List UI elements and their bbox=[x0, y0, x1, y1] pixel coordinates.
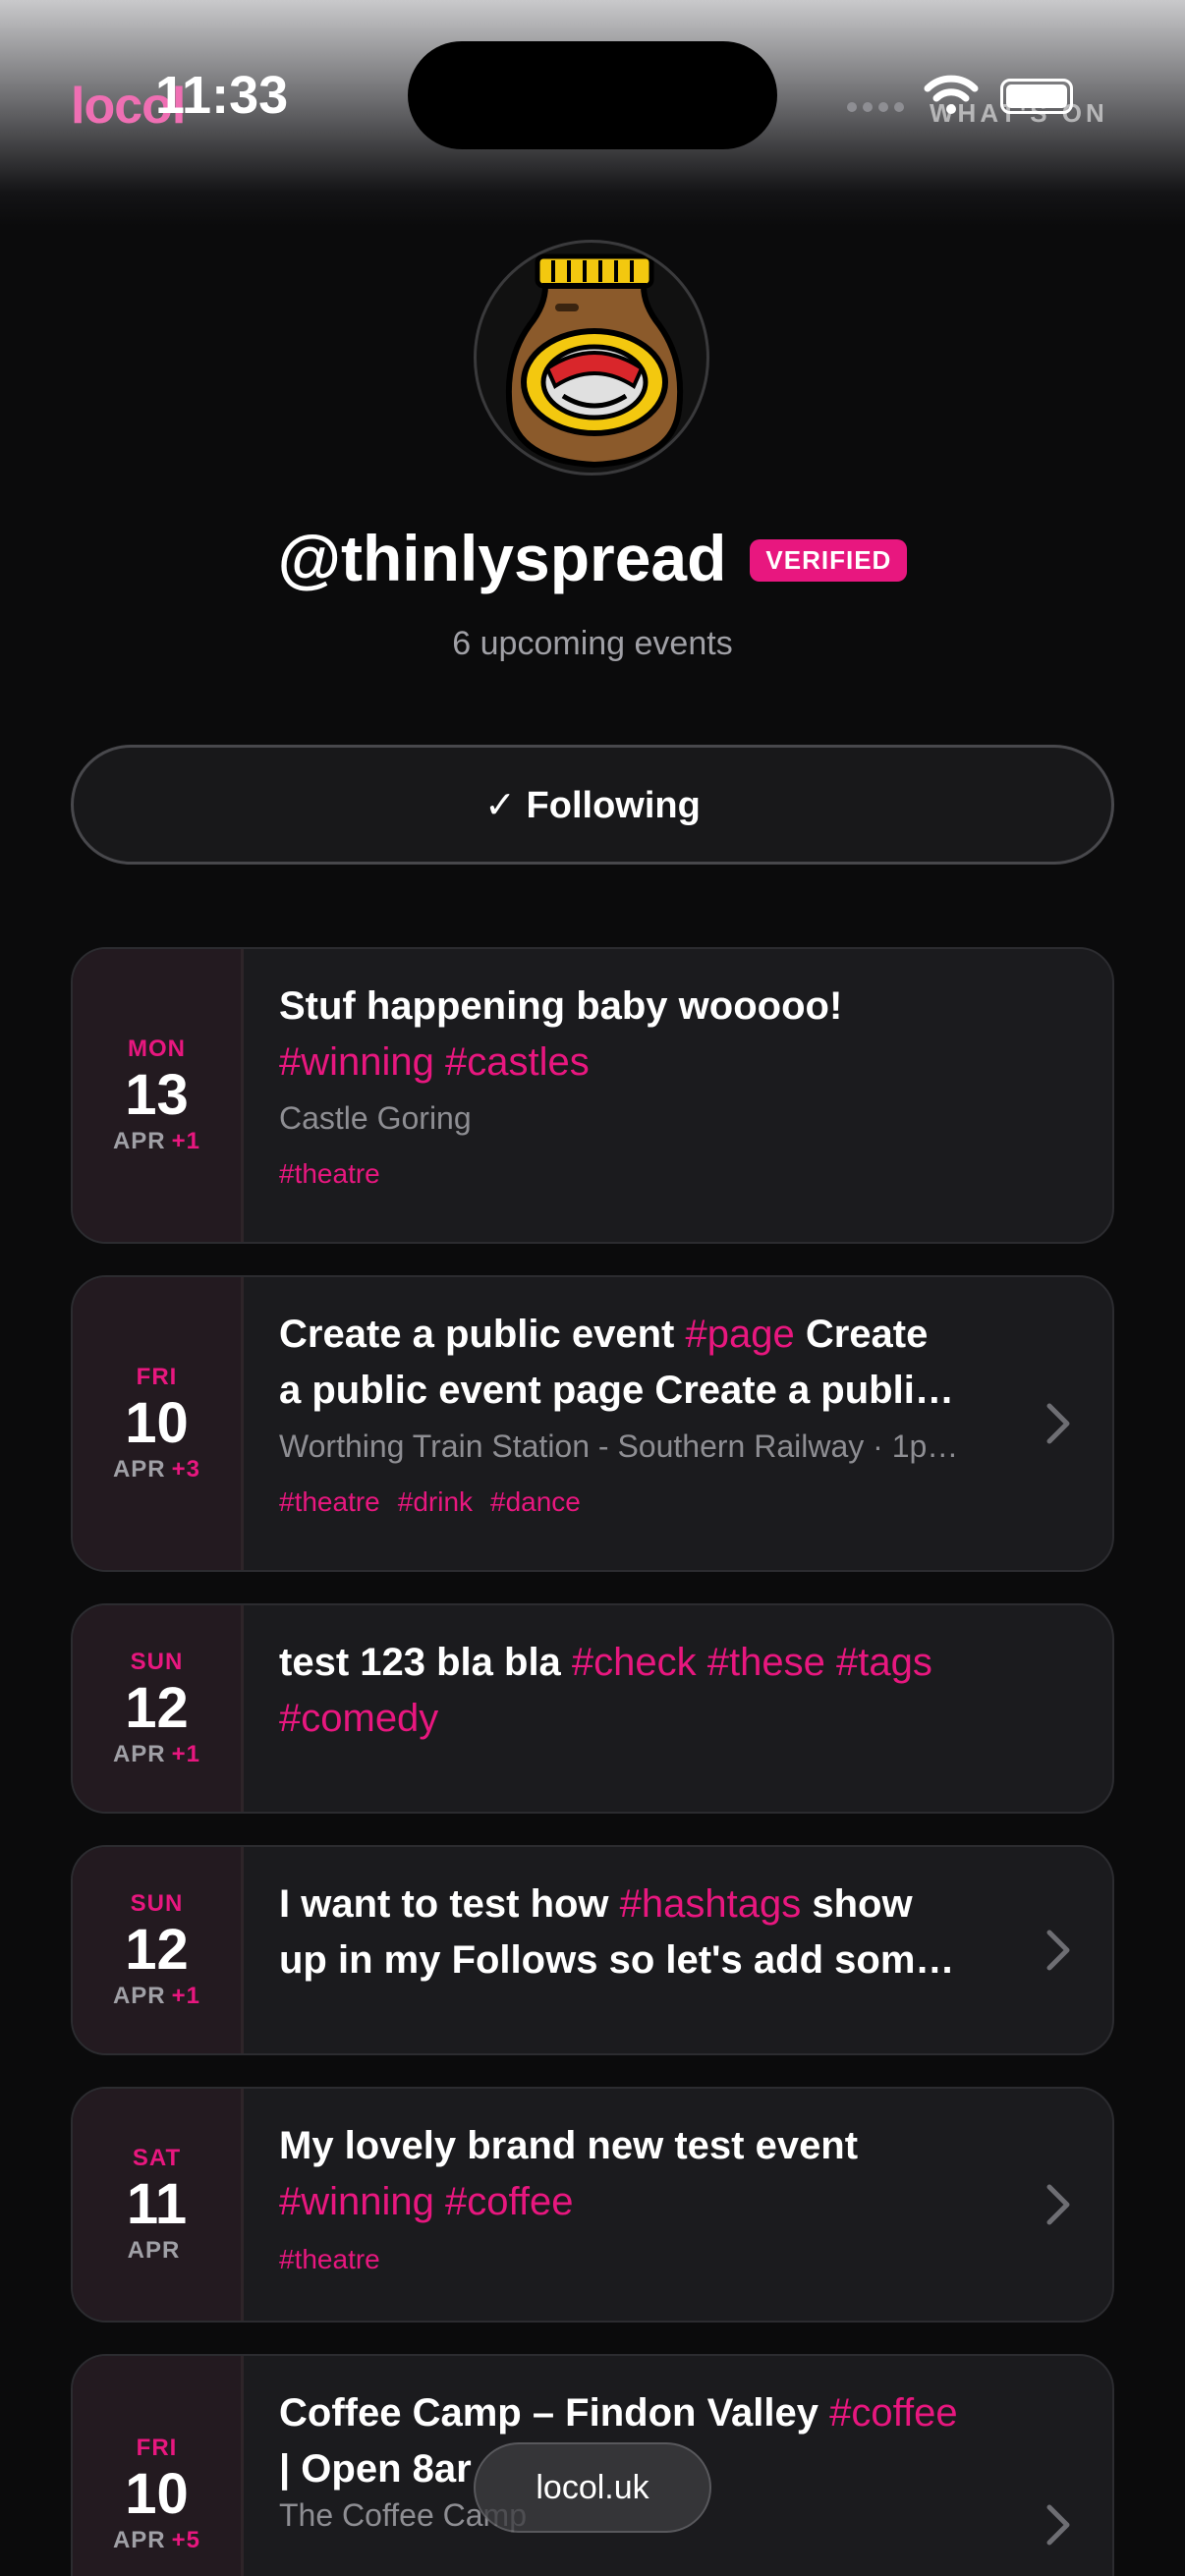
event-tags: #theatre bbox=[279, 2244, 1077, 2275]
event-weekday: MON bbox=[128, 1036, 186, 1062]
event-day: 10 bbox=[125, 2462, 189, 2526]
event-venue: Worthing Train Station - Southern Railwa… bbox=[279, 1428, 959, 1464]
event-title: I want to test how #hashtags show up in … bbox=[279, 1882, 955, 1982]
event-weekday: SUN bbox=[130, 1890, 184, 1917]
following-button[interactable]: ✓ Following bbox=[71, 745, 1114, 865]
profile-handle: @thinlyspread bbox=[277, 522, 727, 594]
chevron-right-icon bbox=[1046, 1403, 1070, 1444]
hashtag-link[interactable]: #comedy bbox=[279, 1697, 438, 1740]
battery-icon bbox=[1000, 79, 1073, 114]
event-date: SUN 12 APR +1 bbox=[73, 1847, 244, 2053]
profile-header: @thinlyspread VERIFIED bbox=[0, 521, 1185, 595]
event-month: APR +5 bbox=[112, 2527, 201, 2553]
event-weekday: SAT bbox=[132, 2145, 182, 2171]
event-card[interactable]: SAT 11 APR My lovely brand new test even… bbox=[71, 2087, 1114, 2323]
event-weekday: FRI bbox=[136, 1364, 178, 1390]
event-day: 12 bbox=[125, 1918, 189, 1982]
status-time: 11:33 bbox=[155, 66, 289, 125]
event-tags: #theatre bbox=[279, 1158, 1077, 1190]
event-date: FRI 10 APR +5 bbox=[73, 2356, 244, 2576]
upcoming-count: 6 upcoming events bbox=[452, 625, 733, 662]
tag-link[interactable]: #dance bbox=[490, 1486, 581, 1518]
event-date: SUN 12 APR +1 bbox=[73, 1605, 244, 1812]
event-weekday: FRI bbox=[136, 2435, 178, 2461]
event-weekday: SUN bbox=[130, 1649, 184, 1675]
event-card[interactable]: SUN 12 APR +1 I want to test how #hashtag… bbox=[71, 1845, 1114, 2055]
event-day: 13 bbox=[125, 1063, 189, 1127]
hashtag-link[interactable]: #these bbox=[707, 1641, 825, 1684]
tag-link[interactable]: #theatre bbox=[279, 2244, 380, 2275]
tag-link[interactable]: #theatre bbox=[279, 1158, 380, 1190]
tag-link[interactable]: #theatre bbox=[279, 1486, 380, 1518]
marmite-jar-icon bbox=[505, 253, 684, 469]
event-month: APR +1 bbox=[112, 1128, 201, 1154]
event-date: FRI 10 APR +3 bbox=[73, 1277, 244, 1570]
hashtag-link[interactable]: #hashtags bbox=[620, 1882, 802, 1926]
hashtag-link[interactable]: #winning bbox=[279, 2180, 434, 2223]
chevron-right-icon bbox=[1046, 2504, 1070, 2546]
chevron-right-icon bbox=[1046, 1930, 1070, 1971]
event-title: My lovely brand new test event #winning … bbox=[279, 2124, 859, 2223]
event-title: Stuf happening baby wooooo! #winning #ca… bbox=[279, 984, 843, 1084]
chevron-right-icon bbox=[1046, 2184, 1070, 2225]
profile-avatar bbox=[474, 240, 709, 476]
event-venue: Castle Goring bbox=[279, 1100, 472, 1136]
event-day: 12 bbox=[125, 1676, 189, 1740]
event-title: Create a public event #page Create a pub… bbox=[279, 1313, 954, 1412]
event-day: 11 bbox=[126, 2172, 188, 2236]
hashtag-link[interactable]: #page bbox=[685, 1313, 794, 1356]
event-date: MON 13 APR +1 bbox=[73, 949, 244, 1242]
event-tags: #theatre #drink #dance bbox=[279, 1486, 1077, 1518]
event-title: test 123 bla bla #check #these #tags #co… bbox=[279, 1641, 932, 1740]
hashtag-link[interactable]: #coffee bbox=[445, 2180, 574, 2223]
hashtag-link[interactable]: #castles bbox=[445, 1040, 590, 1084]
status-bar: locol 11:33 WHAT'S ON bbox=[0, 0, 1185, 167]
hashtag-link[interactable]: #winning bbox=[279, 1040, 434, 1084]
event-month: APR +3 bbox=[112, 1456, 201, 1483]
url-pill[interactable]: locol.uk bbox=[474, 2442, 711, 2533]
event-month: APR +1 bbox=[112, 1983, 201, 2009]
event-month: APR bbox=[127, 2237, 181, 2264]
event-card[interactable]: MON 13 APR +1 Stuf happening baby wooooo!… bbox=[71, 947, 1114, 1244]
hashtag-link[interactable]: #tags bbox=[836, 1641, 932, 1684]
hashtag-link[interactable]: #check bbox=[572, 1641, 697, 1684]
event-month: APR +1 bbox=[112, 1741, 201, 1767]
event-date: SAT 11 APR bbox=[73, 2089, 244, 2321]
cellular-signal-icon bbox=[847, 102, 904, 112]
event-day: 10 bbox=[125, 1391, 189, 1455]
tag-link[interactable]: #drink bbox=[398, 1486, 473, 1518]
hashtag-link[interactable]: #coffee bbox=[829, 2391, 958, 2435]
dynamic-island bbox=[408, 41, 777, 149]
verified-badge: VERIFIED bbox=[750, 538, 908, 582]
event-card[interactable]: FRI 10 APR +3 Create a public event #page… bbox=[71, 1275, 1114, 1572]
event-card[interactable]: SUN 12 APR +1 test 123 bla bla #check #th… bbox=[71, 1603, 1114, 1814]
